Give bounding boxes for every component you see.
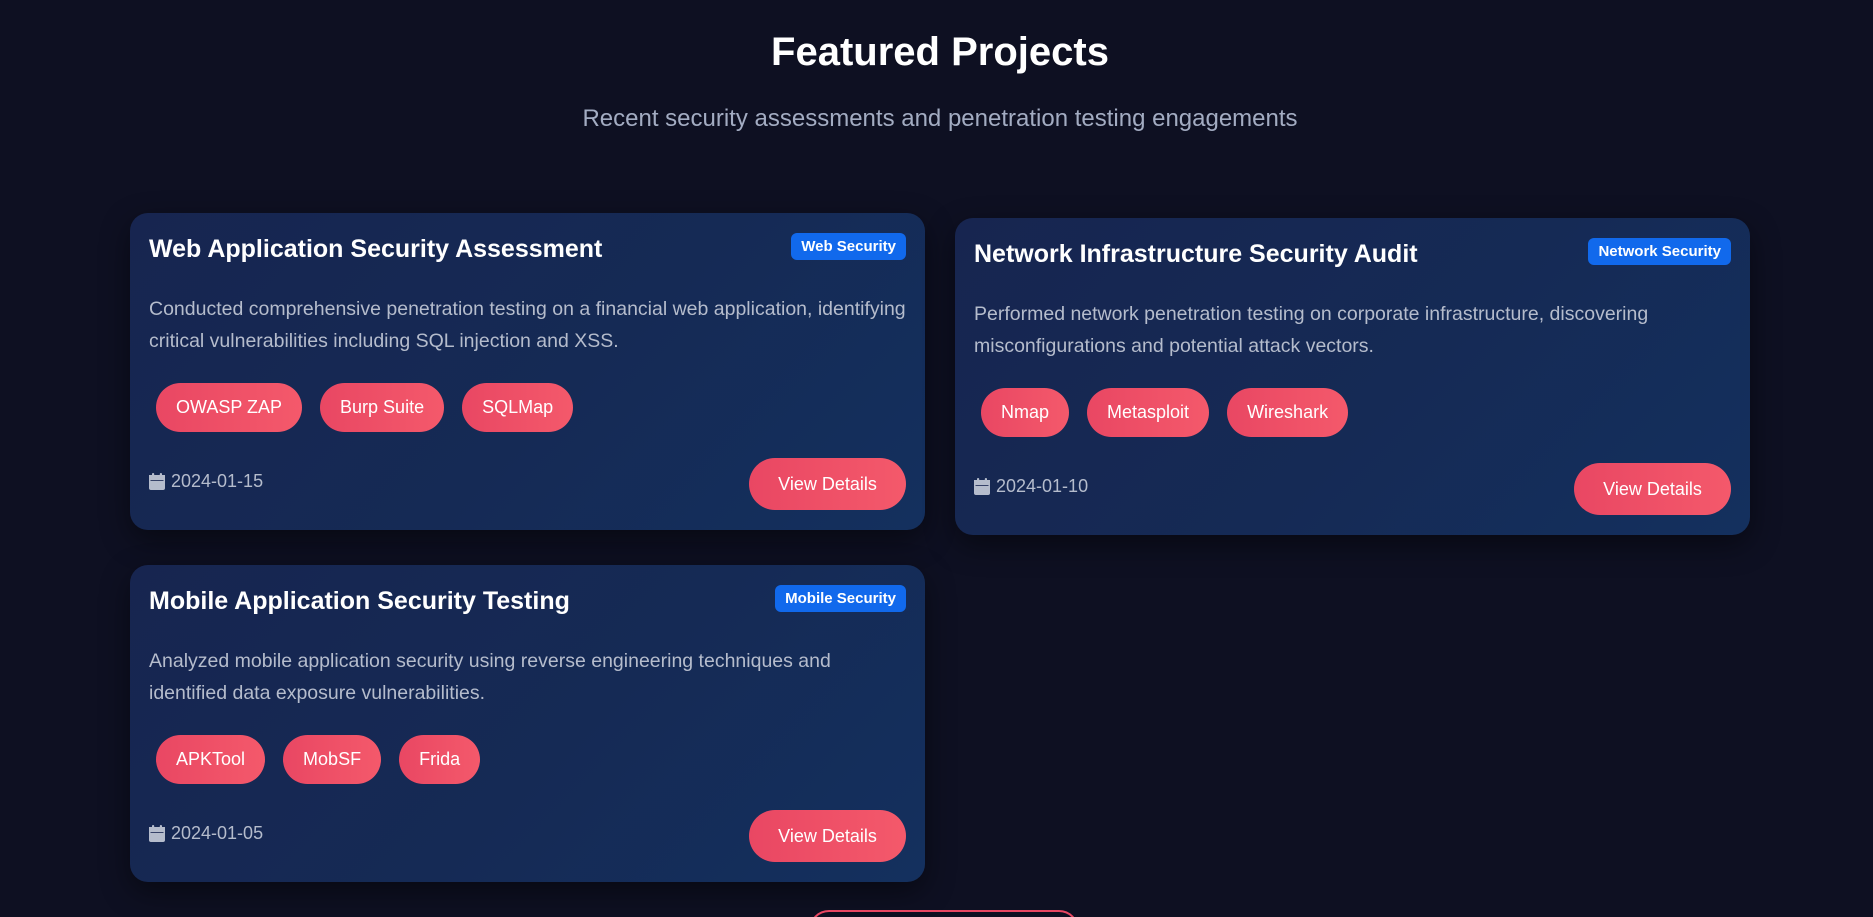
view-details-button[interactable]: View Details <box>749 810 906 862</box>
project-card: Mobile Application Security Testing Mobi… <box>130 565 925 882</box>
project-date: 2024-01-15 <box>149 471 263 492</box>
tool-tags: APKTool MobSF Frida <box>156 735 481 784</box>
projects-section: Featured Projects Recent security assess… <box>0 0 1873 917</box>
calendar-icon <box>149 473 165 490</box>
section-subtitle: Recent security assessments and penetrat… <box>582 105 1298 132</box>
tool-tag: Metasploit <box>1087 388 1210 437</box>
section-title: Featured Projects <box>771 30 1109 74</box>
tool-tag: MobSF <box>283 735 382 784</box>
tool-tag: APKTool <box>156 735 266 784</box>
tool-tag: SQLMap <box>462 383 574 432</box>
project-card: Network Infrastructure Security Audit Ne… <box>955 218 1750 535</box>
project-date: 2024-01-10 <box>974 476 1088 497</box>
project-date: 2024-01-05 <box>149 823 263 844</box>
category-badge: Web Security <box>791 233 906 260</box>
project-title: Network Infrastructure Security Audit <box>974 240 1418 268</box>
view-details-button[interactable]: View Details <box>1574 463 1731 515</box>
tool-tag: Nmap <box>981 388 1070 437</box>
date-text: 2024-01-05 <box>171 823 264 843</box>
view-details-button[interactable]: View Details <box>749 458 906 510</box>
project-title: Web Application Security Assessment <box>149 235 603 263</box>
view-all-projects-button[interactable] <box>809 910 1079 917</box>
tool-tags: OWASP ZAP Burp Suite SQLMap <box>156 383 574 432</box>
date-text: 2024-01-10 <box>996 476 1089 496</box>
tool-tag: Burp Suite <box>320 383 445 432</box>
category-badge: Mobile Security <box>775 585 906 612</box>
tool-tag: OWASP ZAP <box>156 383 303 432</box>
project-description: Performed network penetration testing on… <box>974 303 1649 357</box>
project-description: Conducted comprehensive penetration test… <box>149 298 906 352</box>
date-text: 2024-01-15 <box>171 471 264 491</box>
category-badge: Network Security <box>1588 238 1731 265</box>
project-title: Mobile Application Security Testing <box>149 587 570 615</box>
calendar-icon <box>974 478 990 495</box>
tool-tag: Frida <box>399 735 481 784</box>
project-card: Web Application Security Assessment Web … <box>130 213 925 530</box>
project-description: Analyzed mobile application security usi… <box>149 650 831 704</box>
tool-tag: Wireshark <box>1227 388 1349 437</box>
calendar-icon <box>149 825 165 842</box>
tool-tags: Nmap Metasploit Wireshark <box>981 388 1349 437</box>
